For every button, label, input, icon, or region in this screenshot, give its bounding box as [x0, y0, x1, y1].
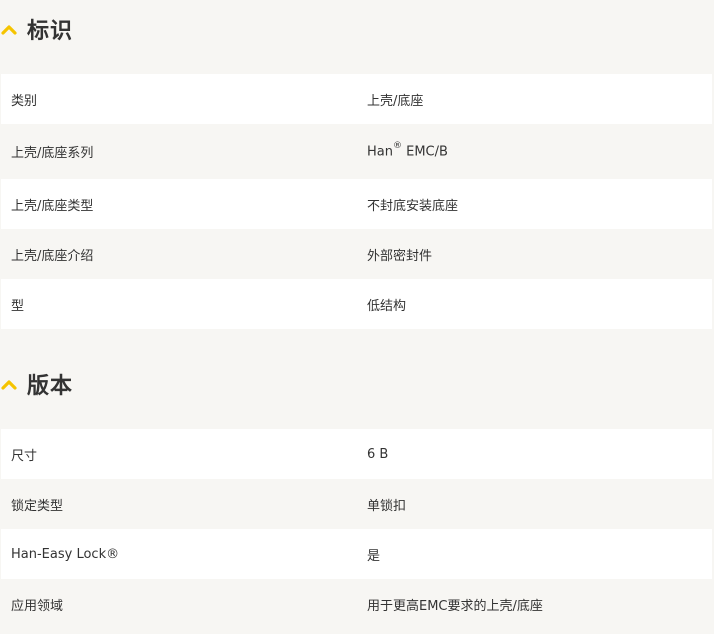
- row-key: 类别: [11, 93, 38, 109]
- table-row: 上壳/底座介绍 外部密封件: [1, 229, 712, 279]
- table-row: 锁定类型 单锁扣: [1, 479, 712, 529]
- table-row: Han-Easy Lock® 是: [1, 529, 712, 579]
- section-header-identification[interactable]: 标识: [0, 9, 714, 49]
- chevron-up-icon: [1, 380, 17, 390]
- row-key: 上壳/底座介绍: [11, 248, 94, 264]
- row-key: 上壳/底座系列: [11, 146, 94, 161]
- row-key: 应用领域: [11, 598, 64, 614]
- version-table: 尺寸 6 B 锁定类型 单锁扣 Han-Easy Lock® 是 应用领域 用于…: [1, 429, 712, 629]
- row-key: 型: [11, 298, 25, 314]
- table-row: 应用领域 用于更高EMC要求的上壳/底座: [1, 579, 712, 629]
- row-key: 上壳/底座类型: [11, 198, 94, 214]
- row-value: 不封底安装底座: [367, 198, 459, 214]
- row-value: 外部密封件: [367, 248, 433, 264]
- table-row: 型 低结构: [1, 279, 712, 329]
- table-row: 上壳/底座系列 Han® EMC/B: [1, 124, 712, 179]
- row-key: 尺寸: [11, 448, 38, 464]
- row-key: 锁定类型: [11, 498, 64, 514]
- row-value: 6 B: [367, 446, 389, 462]
- row-value: 低结构: [367, 298, 407, 314]
- section-header-version[interactable]: 版本: [0, 364, 714, 404]
- row-value: 用于更高EMC要求的上壳/底座: [367, 598, 543, 614]
- row-value: 是: [367, 548, 381, 564]
- row-value: 上壳/底座: [367, 93, 424, 109]
- row-key: Han-Easy Lock®: [11, 546, 120, 562]
- chevron-up-icon: [1, 25, 17, 35]
- table-row: 上壳/底座类型 不封底安装底座: [1, 179, 712, 229]
- table-row: 尺寸 6 B: [1, 429, 712, 479]
- row-value: Han® EMC/B: [367, 141, 448, 160]
- section-title-identification: 标识: [27, 19, 74, 44]
- identification-table: 类别 上壳/底座 上壳/底座系列 Han® EMC/B 上壳/底座类型 不封底安…: [1, 74, 712, 329]
- table-row: 类别 上壳/底座: [1, 74, 712, 124]
- section-title-version: 版本: [27, 374, 74, 399]
- row-value: 单锁扣: [367, 498, 407, 514]
